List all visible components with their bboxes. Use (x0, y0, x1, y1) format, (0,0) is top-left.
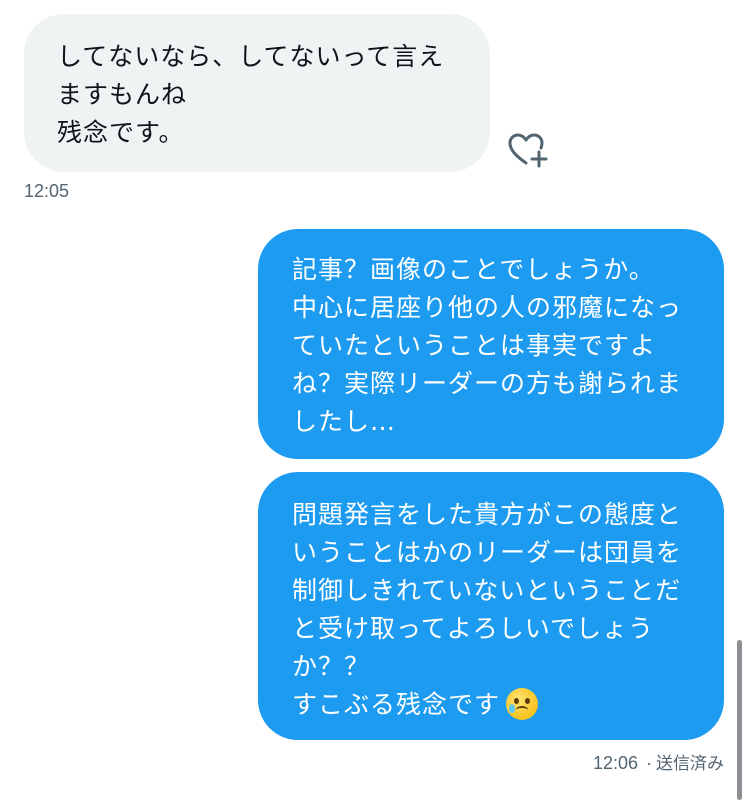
outgoing-meta: 12:06 · 送信済み (593, 749, 724, 774)
heart-plus-icon (508, 133, 548, 168)
outgoing-message-bubble[interactable]: 問題発言をした貴方がこの態度と いうことはかのリーダーは団員を 制御しきれていな… (258, 472, 724, 740)
incoming-message-bubble[interactable]: してないなら、してないって言え ますもんね 残念です。 (24, 14, 490, 172)
add-reaction-button[interactable] (506, 132, 550, 168)
message-text: 問題発言をした貴方がこの態度と いうことはかのリーダーは団員を 制御しきれていな… (292, 500, 683, 719)
sent-status: 送信済み (656, 754, 724, 773)
crying-face-icon (506, 688, 539, 720)
dm-conversation: してないなら、してないって言え ますもんね 残念です。 12:05 記事？画像の… (0, 0, 748, 800)
outgoing-timestamp: 12:06 (592, 753, 638, 773)
incoming-timestamp: 12:05 (24, 181, 70, 201)
scrollbar[interactable] (737, 640, 742, 800)
meta-separator: · (646, 753, 652, 773)
outgoing-message-bubble[interactable]: 記事？画像のことでしょうか。 中心に居座り他の人の邪魔になっ ていたということは… (258, 229, 724, 459)
